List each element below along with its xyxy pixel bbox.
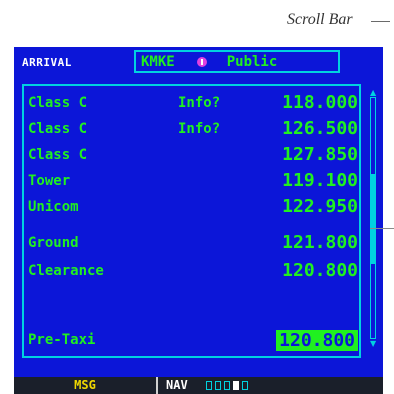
nav-page-group-label: NAV <box>166 378 188 392</box>
frequency-row[interactable]: Unicom 122.950 <box>26 196 366 222</box>
frequency-name: Clearance <box>28 263 104 279</box>
frequency-name: Class C <box>28 121 88 137</box>
scroll-down-icon[interactable]: ▼ <box>370 340 376 348</box>
frequency-row[interactable]: Class C 127.850 <box>26 144 366 170</box>
page-indicator-dot-active <box>233 381 239 390</box>
page-indicator-dot <box>242 381 248 390</box>
frequency-row[interactable]: Clearance 120.800 <box>26 260 366 286</box>
frequency-value: 120.800 <box>282 260 358 281</box>
frequency-name: Ground <box>28 235 79 251</box>
frequency-name: Tower <box>28 173 71 189</box>
frequency-name: Class C <box>28 95 88 111</box>
page-title: ARRIVAL <box>22 56 72 69</box>
frequency-name: Class C <box>28 147 88 163</box>
frequency-row[interactable]: Class C Info? 126.500 <box>26 118 366 144</box>
scroll-bar-leader-line <box>370 228 394 229</box>
frequency-name: Pre-Taxi <box>28 332 96 348</box>
info-prompt[interactable]: Info? <box>178 121 220 137</box>
status-divider <box>156 377 158 394</box>
frequency-value: 126.500 <box>282 118 358 139</box>
frequency-value: 121.800 <box>282 232 358 253</box>
page-indicator-dot <box>215 381 221 390</box>
airport-identifier-box[interactable]: KMKE Public <box>134 50 340 73</box>
airport-type: Public <box>226 53 278 70</box>
frequency-row[interactable]: Class C Info? 118.000 <box>26 92 366 118</box>
selected-frequency-cursor[interactable]: 120.800 <box>276 330 358 351</box>
scroll-up-icon[interactable]: ▲ <box>370 89 376 97</box>
frequency-value: 122.950 <box>282 196 358 217</box>
frequency-row[interactable]: Ground 121.800 <box>26 232 366 258</box>
msg-annunciator[interactable]: MSG <box>14 377 156 394</box>
scroll-thumb[interactable] <box>370 174 376 264</box>
page-indicator <box>206 381 248 390</box>
scroll-bar-callout-label: Scroll Bar <box>287 11 353 28</box>
frequency-value: 119.100 <box>282 170 358 191</box>
info-prompt[interactable]: Info? <box>178 95 220 111</box>
airport-icon <box>196 56 207 67</box>
callout-leader-line <box>371 21 390 22</box>
frequency-name: Unicom <box>28 199 79 215</box>
frequency-value: 127.850 <box>282 144 358 165</box>
frequency-row[interactable]: Tower 119.100 <box>26 170 366 196</box>
frequency-value: 118.000 <box>282 92 358 113</box>
page-indicator-dot <box>224 381 230 390</box>
frequency-row-selected[interactable]: Pre-Taxi 120.800 <box>26 329 366 355</box>
page-indicator-dot <box>206 381 212 390</box>
airport-identifier: KMKE <box>141 53 175 70</box>
